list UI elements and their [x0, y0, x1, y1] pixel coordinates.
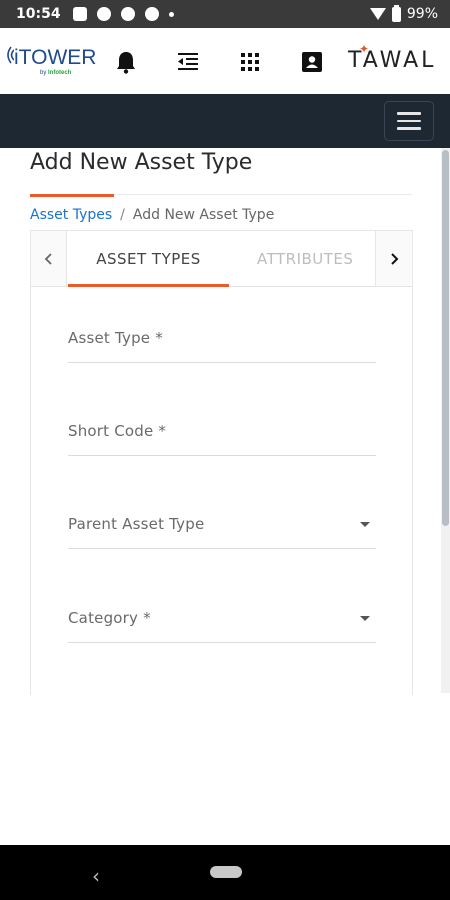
dropdown-arrow-icon — [360, 522, 370, 527]
image-notification-icon — [72, 7, 87, 21]
itower-logo[interactable]: iTOWER by Infotech — [2, 42, 97, 84]
battery-icon — [391, 4, 401, 22]
breadcrumb-link-asset-types[interactable]: Asset Types — [30, 207, 112, 223]
contact-card-icon[interactable] — [300, 50, 324, 74]
status-bar: 10:54 99% — [0, 0, 450, 28]
bell-icon[interactable] — [114, 50, 138, 74]
parent-asset-type-select[interactable]: Parent Asset Type — [68, 509, 376, 549]
page-title: Add New Asset Type — [30, 150, 253, 175]
back-icon[interactable]: ‹ — [92, 864, 100, 888]
asset-type-field[interactable]: Asset Type * — [68, 323, 376, 363]
status-time: 10:54 — [16, 6, 61, 22]
breadcrumb-current: Add New Asset Type — [132, 207, 275, 223]
tab-bar: ASSET TYPES ATTRIBUTES — [31, 231, 412, 287]
breadcrumb: Asset Types / Add New Asset Type — [30, 207, 274, 223]
logo-text: iTOWER — [14, 46, 97, 69]
parent-asset-type-label: Parent Asset Type — [68, 515, 205, 533]
category-select[interactable]: Category * — [68, 603, 376, 643]
battery-level: 99% — [406, 6, 438, 22]
hamburger-menu-button[interactable] — [384, 101, 434, 141]
outdent-icon[interactable] — [176, 50, 200, 74]
app-header: iTOWER by Infotech ✦ TAWAL — [0, 28, 450, 94]
app-notification-icon — [120, 7, 135, 21]
short-code-field[interactable]: Short Code * — [68, 416, 376, 456]
tab-scroll-left-button[interactable] — [31, 231, 67, 286]
logo-subtext: by Infotech — [40, 70, 72, 76]
tawal-logo: ✦ TAWAL — [348, 42, 437, 73]
app-notification-icon — [144, 7, 159, 21]
more-notifications-icon — [168, 11, 174, 17]
dropdown-arrow-icon — [360, 616, 370, 621]
home-pill-icon[interactable] — [210, 866, 242, 878]
apps-grid-icon[interactable] — [238, 50, 262, 74]
app-notification-icon — [96, 7, 111, 21]
tawal-star-icon: ✦ — [359, 42, 373, 56]
title-accent-underline — [30, 194, 114, 197]
wifi-icon — [369, 8, 386, 20]
scrollbar-thumb[interactable] — [442, 150, 449, 526]
short-code-label: Short Code * — [68, 422, 167, 440]
form-card: ASSET TYPES ATTRIBUTES Asset Type * Shor… — [30, 230, 413, 695]
category-label: Category * — [68, 609, 151, 627]
system-nav-bar: ‹ — [0, 845, 450, 900]
chevron-right-icon — [390, 252, 398, 265]
top-nav-bar — [0, 94, 450, 148]
signal-waves-icon — [7, 46, 14, 64]
tab-attributes[interactable]: ATTRIBUTES — [243, 231, 375, 286]
asset-type-label: Asset Type * — [68, 329, 163, 347]
tab-asset-types[interactable]: ASSET TYPES — [68, 231, 229, 287]
chevron-left-icon — [44, 252, 52, 265]
breadcrumb-separator: / — [120, 207, 125, 223]
tab-scroll-right-button[interactable] — [375, 231, 411, 286]
